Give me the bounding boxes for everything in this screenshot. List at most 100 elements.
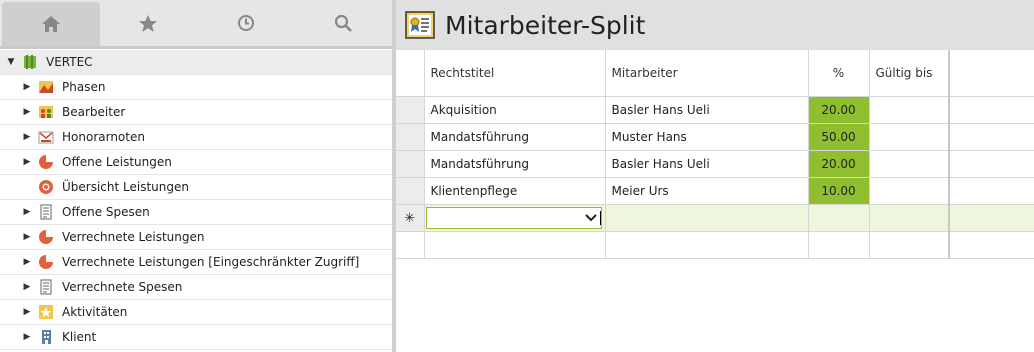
cell-mitarbeiter[interactable]: Muster Hans <box>605 123 809 151</box>
building-icon <box>38 329 54 345</box>
tree-item-honorarnoten[interactable]: ▶ Honorarnoten <box>0 125 392 150</box>
star-icon <box>139 14 158 32</box>
tree-item-klient[interactable]: ▶ Klient <box>0 325 392 350</box>
expand-arrow-icon[interactable]: ▶ <box>22 332 32 342</box>
row-selector[interactable] <box>396 177 425 205</box>
new-row-marker-icon: ✳ <box>396 204 425 232</box>
cell-mitarbeiter[interactable]: Basler Hans Ueli <box>605 150 809 178</box>
row-selector[interactable] <box>396 96 425 124</box>
main-panel: Mitarbeiter-Split Rechtstitel Mitarbeite… <box>396 0 1034 352</box>
row-selector[interactable] <box>396 123 425 151</box>
tree-item-label: Verrechnete Leistungen [Eingeschränkter … <box>62 255 360 269</box>
cell-percent[interactable]: 20.00 <box>808 150 870 178</box>
tree-item-offene-spesen[interactable]: ▶ Offene Spesen <box>0 200 392 225</box>
cell-mitarbeiter-new[interactable] <box>605 204 809 232</box>
empty-cell <box>949 177 1034 205</box>
expand-arrow-icon[interactable]: ▶ <box>22 207 32 217</box>
cell-gueltig-bis[interactable] <box>869 150 950 178</box>
column-header-gueltig-bis[interactable]: Gültig bis <box>869 50 950 97</box>
cell-gueltig-bis[interactable] <box>869 123 950 151</box>
cell-gueltig-bis-new[interactable] <box>869 204 950 232</box>
tree-item-label: Aktivitäten <box>62 305 128 319</box>
vertec-logo-icon <box>22 54 38 70</box>
tree-item-label: Bearbeiter <box>62 105 126 119</box>
cell-rechtstitel-editor[interactable] <box>424 204 606 232</box>
cell-mitarbeiter[interactable]: Basler Hans Ueli <box>605 96 809 124</box>
column-header-percent[interactable]: % <box>808 50 870 97</box>
tree-item-label: Klient <box>62 330 97 344</box>
expand-arrow-icon[interactable]: ▶ <box>22 307 32 317</box>
overview-icon <box>38 179 54 195</box>
split-table: Rechtstitel Mitarbeiter % Gültig bis Akq… <box>396 50 1034 259</box>
tree-item-label: Phasen <box>62 80 106 94</box>
search-icon <box>335 14 353 32</box>
cell-rechtstitel[interactable]: Mandatsführung <box>424 150 606 178</box>
tree-item-offene-leistungen[interactable]: ▶ Offene Leistungen <box>0 150 392 175</box>
cell-percent[interactable]: 10.00 <box>808 177 870 205</box>
cell-rechtstitel[interactable]: Klientenpflege <box>424 177 606 205</box>
tree-item-label: Offene Spesen <box>62 205 150 219</box>
tree-item-label: Übersicht Leistungen <box>62 180 189 194</box>
empty-area <box>396 231 1034 259</box>
cell-rechtstitel[interactable]: Akquisition <box>424 96 606 124</box>
page-title: Mitarbeiter-Split <box>445 10 646 40</box>
tree-item-label: Honorarnoten <box>62 130 145 144</box>
cell-gueltig-bis[interactable] <box>869 177 950 205</box>
navigation-panel: ▼ VERTEC ▶ Phasen ▶ Bearbeiter ▶ Honorar… <box>0 0 393 352</box>
chevron-down-icon[interactable] <box>584 212 598 224</box>
expand-arrow-icon[interactable]: ▶ <box>22 232 32 242</box>
table-header-row: Rechtstitel Mitarbeiter % Gültig bis <box>396 50 1034 97</box>
cell-rechtstitel[interactable]: Mandatsführung <box>424 123 606 151</box>
tree-item-bearbeiter[interactable]: ▶ Bearbeiter <box>0 100 392 125</box>
navigation-tree: ▼ VERTEC ▶ Phasen ▶ Bearbeiter ▶ Honorar… <box>0 50 392 350</box>
tree-item-uebersicht-leistungen[interactable]: Übersicht Leistungen <box>0 175 392 200</box>
cell-gueltig-bis[interactable] <box>869 96 950 124</box>
nav-toolbar <box>0 0 392 49</box>
empty-cell <box>949 96 1034 124</box>
tree-root[interactable]: ▼ VERTEC <box>0 50 392 75</box>
expand-arrow-icon[interactable]: ▶ <box>22 157 32 167</box>
pie-icon <box>38 154 54 170</box>
tree-item-aktivitaeten[interactable]: ▶ Aktivitäten <box>0 300 392 325</box>
tree-item-verrechnete-leistungen[interactable]: ▶ Verrechnete Leistungen <box>0 225 392 250</box>
column-header-rechtstitel[interactable]: Rechtstitel <box>424 50 606 97</box>
invoice-icon <box>38 129 54 145</box>
receipt-icon <box>38 204 54 220</box>
collapse-arrow-icon[interactable]: ▼ <box>6 57 16 67</box>
tree-item-verrechnete-leistungen-eingeschraenkt[interactable]: ▶ Verrechnete Leistungen [Eingeschränkte… <box>0 250 392 275</box>
certificate-icon <box>405 11 435 39</box>
tree-item-label: Offene Leistungen <box>62 155 172 169</box>
expand-arrow-icon[interactable]: ▶ <box>22 282 32 292</box>
tree-item-label: Verrechnete Spesen <box>62 280 183 294</box>
row-selector[interactable] <box>396 150 425 178</box>
table-row[interactable]: Klientenpflege Meier Urs 10.00 <box>396 177 1034 205</box>
tree-item-label: Verrechnete Leistungen <box>62 230 205 244</box>
phases-icon <box>38 79 54 95</box>
cell-percent[interactable]: 50.00 <box>808 123 870 151</box>
expand-arrow-icon[interactable]: ▶ <box>22 257 32 267</box>
history-tab[interactable] <box>197 0 295 46</box>
table-row[interactable]: Mandatsführung Basler Hans Ueli 20.00 <box>396 150 1034 178</box>
activity-icon <box>38 304 54 320</box>
column-header-mitarbeiter[interactable]: Mitarbeiter <box>605 50 809 97</box>
new-row[interactable]: ✳ <box>396 204 1034 232</box>
cell-percent-new[interactable] <box>808 204 870 232</box>
expand-arrow-icon[interactable]: ▶ <box>22 132 32 142</box>
table-row[interactable]: Mandatsführung Muster Hans 50.00 <box>396 123 1034 151</box>
expand-arrow-icon[interactable]: ▶ <box>22 82 32 92</box>
tree-item-phasen[interactable]: ▶ Phasen <box>0 75 392 100</box>
cell-mitarbeiter[interactable]: Meier Urs <box>605 177 809 205</box>
favorites-tab[interactable] <box>100 0 198 46</box>
cell-percent[interactable]: 20.00 <box>808 96 870 124</box>
search-tab[interactable] <box>295 0 393 46</box>
empty-cell <box>949 204 1034 232</box>
tree-item-verrechnete-spesen[interactable]: ▶ Verrechnete Spesen <box>0 275 392 300</box>
empty-cell <box>949 123 1034 151</box>
home-icon <box>41 16 60 32</box>
rechtstitel-combobox[interactable] <box>425 207 602 229</box>
empty-cell <box>949 150 1034 178</box>
home-tab[interactable] <box>2 2 100 46</box>
expand-arrow-icon[interactable]: ▶ <box>22 107 32 117</box>
table-row[interactable]: Akquisition Basler Hans Ueli 20.00 <box>396 96 1034 124</box>
pie-icon <box>38 254 54 270</box>
